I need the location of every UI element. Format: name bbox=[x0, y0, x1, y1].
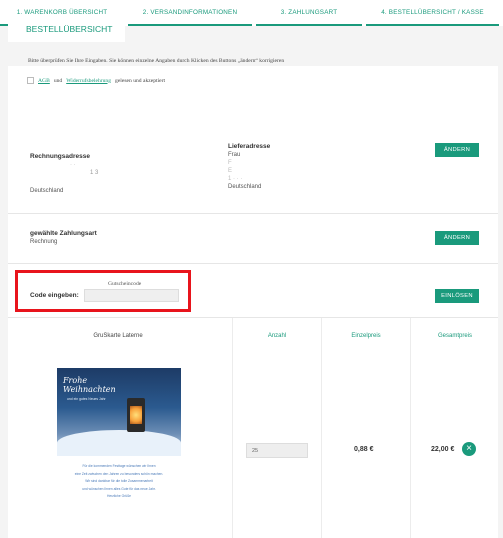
agb-link[interactable]: AGB bbox=[38, 78, 50, 84]
shipping-salutation: Frau bbox=[228, 152, 241, 158]
shipping-line2: E bbox=[228, 168, 233, 174]
product-name: GruSkarte Laterne bbox=[93, 333, 143, 339]
step-payment-label: 3. ZAHLUNGSART bbox=[280, 9, 338, 16]
tab-title: BESTELLÜBERSICHT bbox=[26, 24, 113, 34]
card-title-line2: Weihnachten bbox=[63, 385, 116, 394]
change-payment-button[interactable]: ÄNDERN bbox=[435, 231, 479, 245]
step-order-overview[interactable]: 4. BESTELLÜBERSICHT / KASSE bbox=[366, 0, 499, 31]
step-shipping[interactable]: 2. VERSANDINFORMATIONEN bbox=[128, 0, 252, 26]
payment-section: gewählte Zahlungsart Rechnung bbox=[30, 230, 97, 246]
shipping-heading: Lieferadresse bbox=[228, 143, 271, 150]
quantity-input[interactable]: 25 bbox=[246, 443, 308, 458]
header-unit-price: Einzelpreis bbox=[351, 333, 381, 339]
redeem-voucher-button[interactable]: EINLÖSEN bbox=[435, 289, 479, 303]
column-divider-2 bbox=[321, 318, 322, 538]
agb-and: und bbox=[53, 77, 63, 84]
shipping-country: Deutschland bbox=[228, 184, 262, 190]
card-subtitle: und ein gutes Neues Jahr bbox=[67, 397, 106, 401]
card-text-line: und wünschen Ihnen alles Gute für das ne… bbox=[82, 486, 156, 491]
lantern-glow bbox=[130, 406, 142, 424]
card-photo: Frohe Weihnachten und ein gutes Neues Ja… bbox=[57, 368, 181, 456]
snow-shape bbox=[57, 430, 181, 456]
card-message: Für die kommenden Festtage wünschen wir … bbox=[67, 464, 171, 502]
column-divider-3 bbox=[410, 318, 411, 538]
billing-line1: · · bbox=[70, 162, 76, 168]
header-quantity: Anzahl bbox=[267, 333, 287, 339]
highlight-box bbox=[15, 270, 191, 312]
column-divider-1 bbox=[232, 318, 233, 538]
agb-suffix: gelesen und akzeptiert bbox=[115, 77, 166, 84]
change-address-button[interactable]: ÄNDERN bbox=[435, 143, 479, 157]
divider-address bbox=[8, 213, 498, 214]
divider-payment bbox=[8, 263, 498, 264]
product-image: Frohe Weihnachten und ein gutes Neues Ja… bbox=[57, 368, 181, 538]
payment-heading: gewählte Zahlungsart bbox=[30, 230, 97, 237]
close-icon: × bbox=[466, 443, 472, 454]
step-order-overview-label: 4. BESTELLÜBERSICHT / KASSE bbox=[381, 9, 484, 16]
card-text-line: eine Zeit zwischen den Jahren zu besonde… bbox=[74, 471, 164, 476]
payment-method: Rechnung bbox=[30, 239, 58, 245]
billing-country: Deutschland bbox=[30, 188, 64, 194]
shipping-line3: 1 · · · bbox=[228, 176, 243, 182]
agb-row: AGB und Widerrufsbelehrung gelesen und a… bbox=[27, 77, 165, 84]
billing-heading: Rechnungsadresse bbox=[30, 153, 90, 160]
step-payment[interactable]: 3. ZAHLUNGSART bbox=[256, 0, 362, 26]
tab-order-overview: BESTELLÜBERSICHT bbox=[8, 16, 125, 42]
billing-line2: 1 3 bbox=[90, 170, 99, 176]
step-shipping-label: 2. VERSANDINFORMATIONEN bbox=[142, 9, 238, 16]
header-total-price: Gesamtpreis bbox=[437, 333, 472, 339]
agb-checkbox[interactable] bbox=[27, 77, 34, 84]
shipping-address: Lieferadresse Frau F E 1 · · · Deutschla… bbox=[228, 143, 270, 191]
card-text-line: Für die kommenden Festtage wünschen wir … bbox=[82, 464, 156, 468]
divider-voucher bbox=[8, 317, 498, 318]
withdrawal-link[interactable]: Widerrufsbelehrung bbox=[66, 78, 111, 84]
shipping-line1: F bbox=[228, 160, 232, 166]
card-text-line: Wir sind dankbar für die tolle Zusammena… bbox=[85, 479, 153, 483]
step-cart-label: 1. WARENKORB ÜBERSICHT bbox=[16, 9, 108, 16]
remove-item-button[interactable]: × bbox=[462, 442, 476, 456]
card-title-line1: Frohe bbox=[63, 376, 88, 385]
card-title: Frohe Weihnachten bbox=[63, 376, 116, 394]
billing-address: Rechnungsadresse · · 1 3 Deutschland bbox=[30, 153, 98, 195]
total-price: 22,00 € bbox=[431, 446, 455, 453]
intro-text: Bitte überprüfen Sie Ihre Eingaben. Sie … bbox=[28, 58, 285, 64]
unit-price: 0,88 € bbox=[354, 446, 374, 453]
card-text-line: Herzliche Grüße bbox=[106, 494, 131, 498]
